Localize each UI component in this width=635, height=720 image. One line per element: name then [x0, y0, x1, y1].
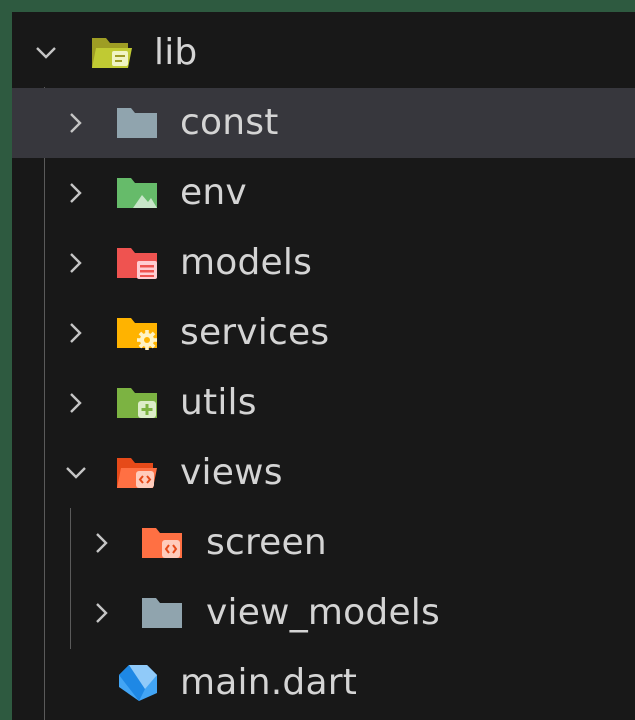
- chevron-down-icon[interactable]: [34, 18, 58, 88]
- tree-item-lib[interactable]: lib: [12, 18, 635, 88]
- tree-item-const[interactable]: const: [12, 88, 635, 158]
- folder-icon: [140, 595, 184, 631]
- folder-models-icon: [115, 245, 159, 281]
- tree-item-label: utils: [180, 382, 257, 423]
- tree-item-label: screen: [206, 522, 327, 563]
- chevron-right-icon[interactable]: [64, 88, 88, 158]
- tree-item-label: lib: [154, 32, 198, 73]
- tree-item-label: view_models: [206, 592, 440, 633]
- tree-item-services[interactable]: services: [12, 298, 635, 368]
- tree-item-label: services: [180, 312, 330, 353]
- tree-item-utils[interactable]: utils: [12, 368, 635, 438]
- tree-item-models[interactable]: models: [12, 228, 635, 298]
- tree-item-views[interactable]: views: [12, 438, 635, 508]
- folder-services-icon: [115, 315, 159, 351]
- chevron-right-icon[interactable]: [90, 508, 114, 578]
- folder-utils-icon: [115, 385, 159, 421]
- folder-icon: [115, 105, 159, 141]
- tree-item-label: env: [180, 172, 247, 213]
- chevron-right-icon[interactable]: [64, 228, 88, 298]
- chevron-right-icon[interactable]: [64, 298, 88, 368]
- folder-views-icon: [140, 525, 184, 561]
- tree-item-label: views: [180, 452, 283, 493]
- chevron-down-icon[interactable]: [64, 438, 88, 508]
- dart-file-icon: [115, 663, 159, 703]
- chevron-right-icon[interactable]: [64, 158, 88, 228]
- tree-item-label: models: [180, 242, 313, 283]
- file-explorer-tree: lib const env models services utils view…: [12, 12, 635, 720]
- tree-item-label: const: [180, 102, 279, 143]
- tree-item-screen[interactable]: screen: [12, 508, 635, 578]
- chevron-right-icon[interactable]: [90, 578, 114, 648]
- chevron-right-icon[interactable]: [64, 368, 88, 438]
- folder-lib-open-icon: [90, 35, 134, 71]
- folder-views-open-icon: [115, 455, 159, 491]
- tree-item-main-dart[interactable]: main.dart: [12, 648, 635, 718]
- folder-environment-icon: [115, 175, 159, 211]
- tree-item-label: main.dart: [180, 662, 358, 703]
- tree-item-env[interactable]: env: [12, 158, 635, 228]
- tree-item-view-models[interactable]: view_models: [12, 578, 635, 648]
